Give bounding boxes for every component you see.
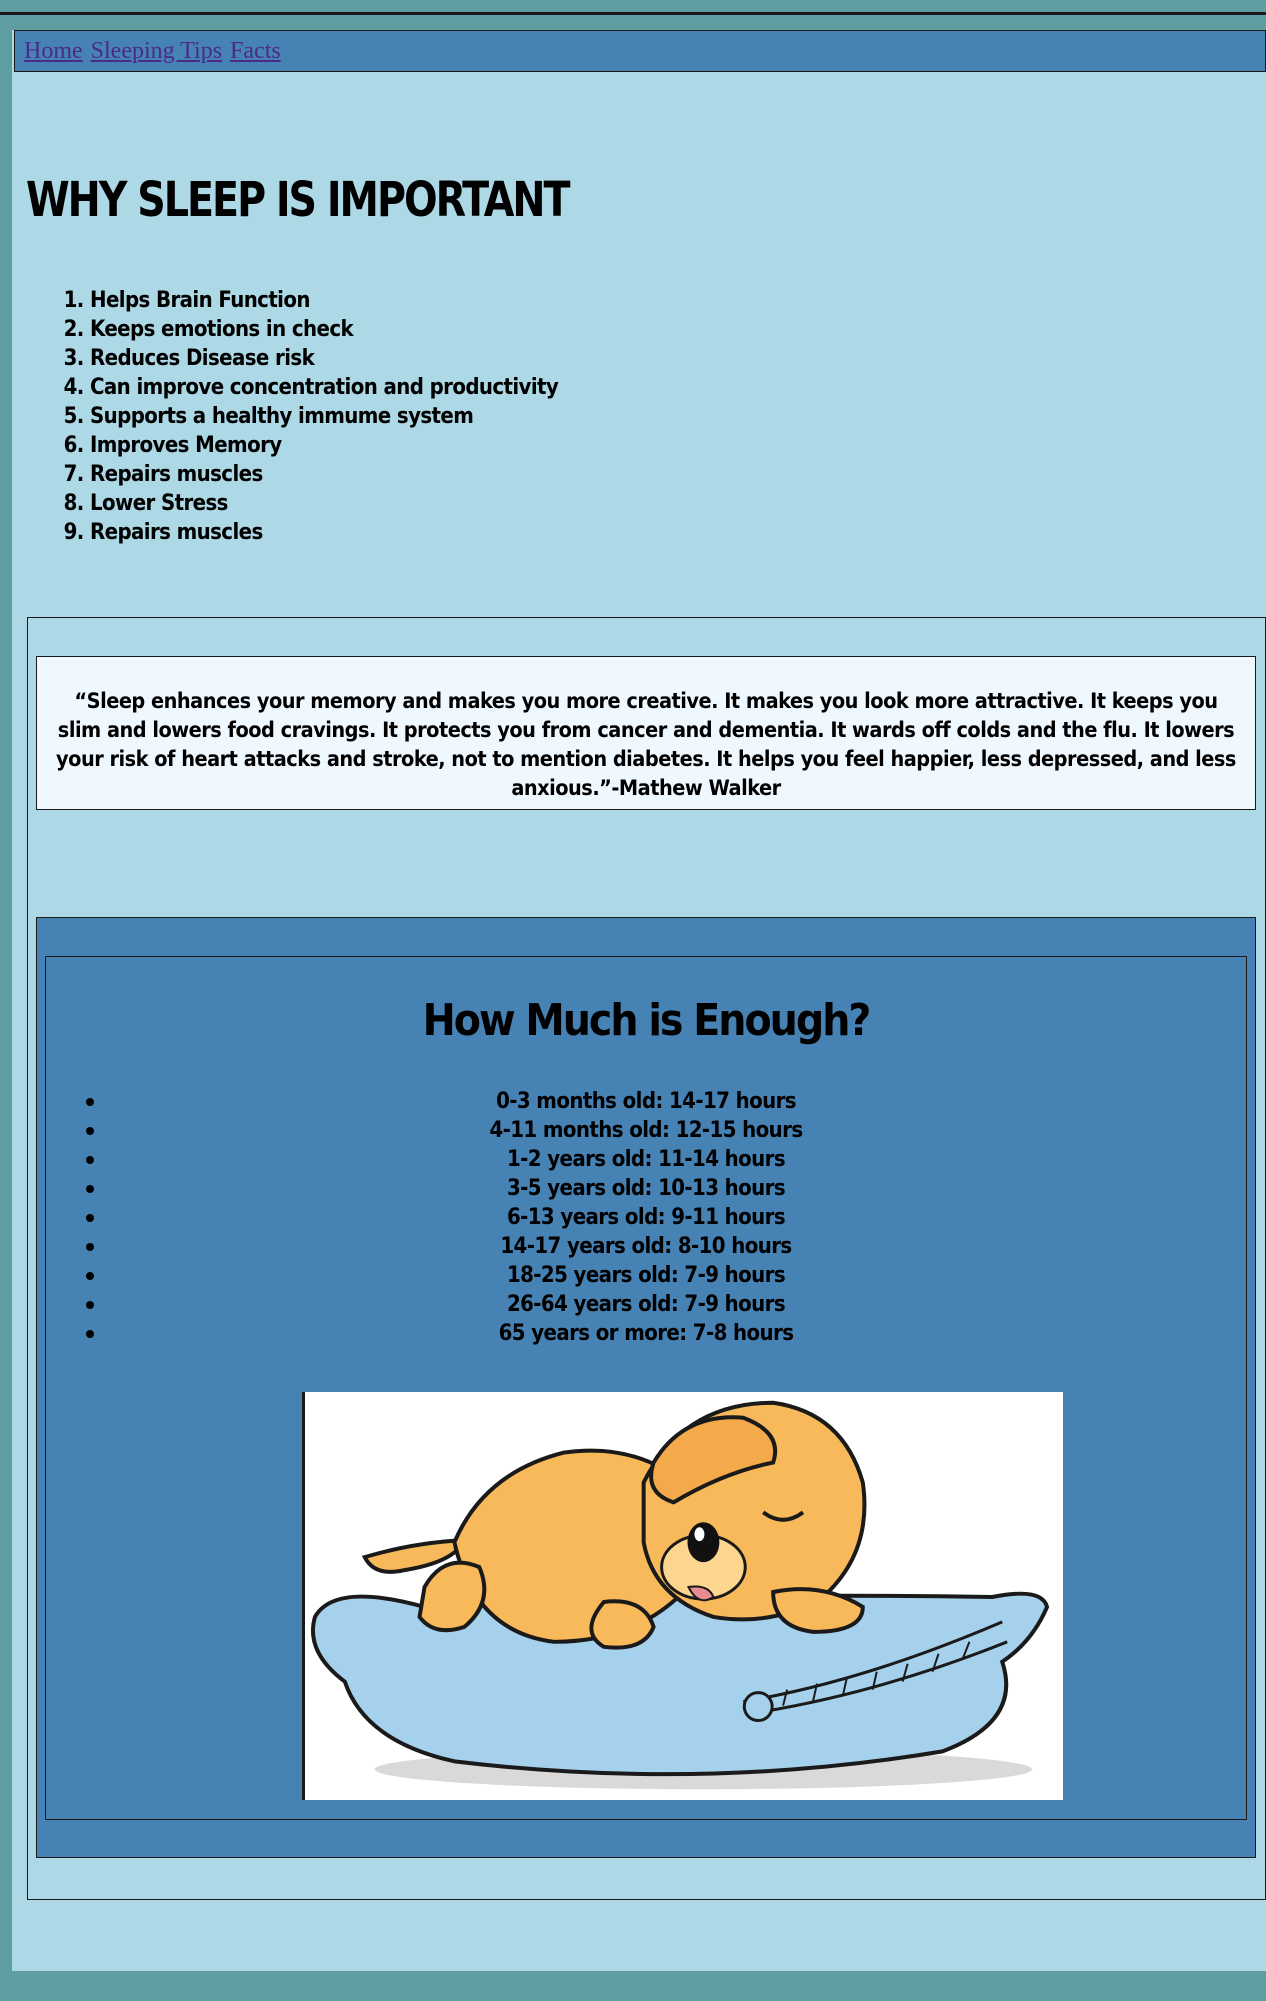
nav-link-sleeping-tips[interactable]: Sleeping Tips xyxy=(91,38,222,64)
bullet-icon xyxy=(86,1214,94,1222)
list-item-text: 26-64 years old: 7-9 hours xyxy=(506,1292,786,1317)
nav-bar: Home Sleeping Tips Facts xyxy=(14,30,1266,72)
sleep-amount-section: How Much is Enough? 0-3 months old: 14-1… xyxy=(36,917,1256,1858)
list-item: 14-17 years old: 8-10 hours xyxy=(86,1232,1206,1261)
nav-link-home[interactable]: Home xyxy=(24,38,83,64)
bullet-icon xyxy=(86,1127,94,1135)
list-item: Supports a healthy immume system xyxy=(90,402,558,431)
quote-box: “Sleep enhances your memory and makes yo… xyxy=(36,656,1256,810)
list-item: 4-11 months old: 12-15 hours xyxy=(86,1116,1206,1145)
reasons-list: Helps Brain Function Keeps emotions in c… xyxy=(64,286,559,547)
bullet-icon xyxy=(86,1330,94,1338)
list-item: Reduces Disease risk xyxy=(90,344,558,373)
sleep-hours-list: 0-3 months old: 14-17 hours 4-11 months … xyxy=(86,1087,1206,1348)
list-item-text: 6-13 years old: 9-11 hours xyxy=(506,1205,786,1230)
list-item-text: 14-17 years old: 8-10 hours xyxy=(500,1234,792,1259)
sleep-amount-panel: How Much is Enough? 0-3 months old: 14-1… xyxy=(45,956,1247,1820)
list-item: Repairs muscles xyxy=(90,518,558,547)
list-item: Helps Brain Function xyxy=(90,286,558,315)
list-item: Improves Memory xyxy=(90,431,558,460)
list-item-text: 1-2 years old: 11-14 hours xyxy=(506,1147,786,1172)
sleeping-puppy-image xyxy=(302,1392,1063,1800)
list-item: 6-13 years old: 9-11 hours xyxy=(86,1203,1206,1232)
bullet-icon xyxy=(86,1272,94,1280)
bullet-icon xyxy=(86,1185,94,1193)
page-content: Home Sleeping Tips Facts WHY SLEEP IS IM… xyxy=(12,30,1266,1971)
list-item-text: 0-3 months old: 14-17 hours xyxy=(496,1089,796,1114)
bullet-icon xyxy=(86,1156,94,1164)
list-item-text: 4-11 months old: 12-15 hours xyxy=(489,1118,803,1143)
list-item: 0-3 months old: 14-17 hours xyxy=(86,1087,1206,1116)
list-item: 1-2 years old: 11-14 hours xyxy=(86,1145,1206,1174)
bullet-icon xyxy=(86,1301,94,1309)
list-item: 18-25 years old: 7-9 hours xyxy=(86,1261,1206,1290)
list-item: 3-5 years old: 10-13 hours xyxy=(86,1174,1206,1203)
sleeping-puppy-icon xyxy=(310,1400,1050,1790)
top-rule xyxy=(0,12,1266,15)
list-item: Lower Stress xyxy=(90,489,558,518)
list-item-text: 65 years or more: 7-8 hours xyxy=(498,1321,794,1346)
list-item: 65 years or more: 7-8 hours xyxy=(86,1319,1206,1348)
bullet-icon xyxy=(86,1243,94,1251)
list-item: Can improve concentration and productivi… xyxy=(90,373,559,402)
list-item-text: 3-5 years old: 10-13 hours xyxy=(506,1176,786,1201)
list-item: Keeps emotions in check xyxy=(90,315,558,344)
bullet-icon xyxy=(86,1098,94,1106)
section-title: How Much is Enough? xyxy=(422,995,872,1046)
page-title: WHY SLEEP IS IMPORTANT xyxy=(26,172,570,229)
quote-text: “Sleep enhances your memory and makes yo… xyxy=(56,689,1236,801)
list-item-text: 18-25 years old: 7-9 hours xyxy=(506,1263,786,1288)
list-item: 26-64 years old: 7-9 hours xyxy=(86,1290,1206,1319)
list-item: Repairs muscles xyxy=(90,460,558,489)
nav-link-facts[interactable]: Facts xyxy=(230,38,281,64)
